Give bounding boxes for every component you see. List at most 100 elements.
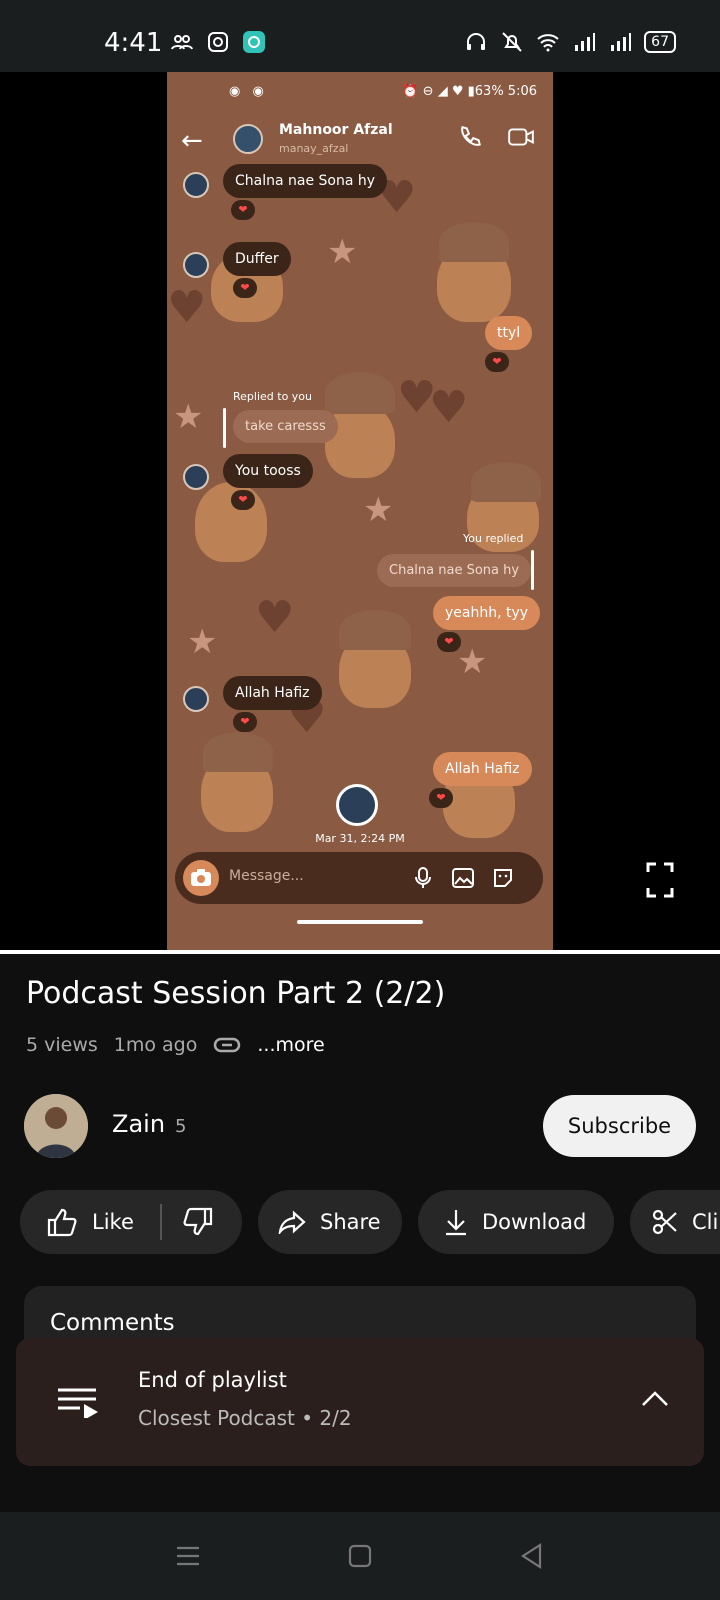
heart-reaction-icon: ❤ [485,352,509,372]
video-title[interactable]: Podcast Session Part 2 (2/2) [26,976,445,1011]
heart-decoration-icon: ♥ [429,382,469,433]
video-call-icon [508,128,534,146]
channel-name-row[interactable]: Zain 5 [112,1110,186,1138]
reply-indicator-bar [531,550,534,590]
channel-avatar[interactable] [24,1094,88,1158]
subscriber-count: 5 [175,1116,187,1137]
quoted-message: take caresss [233,410,338,443]
quoted-message: Chalna nae Sona hy [377,554,532,587]
download-button[interactable]: Download [418,1190,614,1254]
instagram-icon [208,32,228,52]
message-bubble-outgoing: ttyl [485,316,533,350]
replied-to-you-label: Replied to you [233,390,313,403]
contact-username: manay_afzal [279,142,349,155]
share-icon [278,1210,306,1234]
group-icon [171,35,193,50]
playlist-name: Closest Podcast • 2/2 [138,1406,352,1430]
fullscreen-icon[interactable] [646,862,674,898]
link-icon [214,1037,241,1053]
share-label: Share [320,1210,381,1234]
message-bubble-outgoing: yeahhh, tyy [433,596,541,630]
boba-decoration [471,462,541,502]
dislike-button[interactable] [182,1207,228,1242]
message-timestamp: Mar 31, 2:24 PM [315,832,405,845]
video-progress-bar[interactable] [0,950,720,954]
view-count: 5 views [26,1034,98,1056]
sender-avatar [183,172,209,198]
like-label: Like [92,1210,134,1234]
system-status-bar: 4:41 67 [0,0,720,72]
channel-name: Zain [112,1110,166,1138]
like-button[interactable]: Like [20,1207,134,1237]
heart-decoration-icon: ♥ [255,592,295,643]
phone-status-right: ⏰ ⊖ ◢ ♥ ▮63% 5:06 [402,84,537,99]
phone-status-left: ◉ ◉ [229,84,268,99]
boba-decoration [439,222,509,262]
message-composer: Message... [175,852,543,904]
battery-icon: 67 [644,31,676,53]
sticker-icon [494,869,512,887]
message-bubble-outgoing: Allah Hafiz [433,752,532,786]
heart-reaction-icon: ❤ [231,490,255,510]
phone-call-icon [461,126,481,146]
upload-age: 1mo ago [113,1034,198,1056]
message-bubble-incoming: Allah Hafiz [223,676,322,710]
playlist-bar[interactable]: End of playlist Closest Podcast • 2/2 [16,1338,704,1466]
message-bubble-incoming: Chalna nae Sona hy [223,164,388,198]
signal-2-icon [611,33,632,51]
sender-avatar [183,686,209,712]
wifi-icon [537,34,559,52]
app-notification-icon [243,31,265,53]
heart-reaction-icon: ❤ [231,200,255,220]
boba-decoration [339,610,411,650]
reply-indicator-bar [223,408,226,448]
signal-icon [575,33,596,51]
heart-decoration-icon: ♥ [167,282,207,333]
more-link[interactable]: ...more [257,1034,324,1056]
star-decoration-icon: ★ [187,622,218,662]
status-time: 4:41 [104,28,163,58]
chip-divider [160,1204,162,1240]
back-icon[interactable] [518,1542,546,1570]
microphone-icon [415,867,431,888]
subscribe-button[interactable]: Subscribe [543,1095,696,1157]
back-arrow-icon: ← [181,126,203,156]
home-icon[interactable] [346,1542,374,1570]
gallery-icon [452,868,474,888]
chat-header: ← Mahnoor Afzal manay_afzal [167,112,553,172]
clip-button[interactable]: Cli [630,1190,720,1254]
comments-header: Comments [50,1310,175,1336]
status-notification-icons [170,30,266,54]
share-button[interactable]: Share [258,1190,402,1254]
playlist-status: End of playlist [138,1368,287,1392]
message-input-placeholder: Message... [229,868,304,884]
boba-decoration [325,372,395,414]
download-label: Download [482,1210,587,1234]
clip-label: Cli [692,1210,719,1234]
phone-home-indicator [297,920,423,924]
headphones-icon [467,33,486,50]
scissors-icon [652,1209,677,1235]
heart-reaction-icon: ❤ [429,788,453,808]
download-icon [446,1210,466,1236]
like-dislike-chip: Like [20,1190,242,1254]
star-decoration-icon: ★ [327,232,358,272]
sender-avatar [183,464,209,490]
heart-reaction-icon: ❤ [233,278,257,298]
heart-reaction-icon: ❤ [233,712,257,732]
system-navigation-bar [0,1512,720,1600]
chevron-up-icon[interactable] [640,1388,670,1408]
status-system-icons: 67 [464,30,676,54]
message-bubble-incoming: You tooss [223,454,313,488]
video-metadata[interactable]: 5 views 1mo ago ...more [26,1034,325,1056]
thumbs-up-icon [47,1208,77,1237]
sender-avatar [183,252,209,278]
heart-reaction-icon: ❤ [437,632,461,652]
menu-icon[interactable] [174,1542,202,1570]
video-player[interactable]: ◉ ◉ ⏰ ⊖ ◢ ♥ ▮63% 5:06 ♥ ♥ ♥ ♥ ♥ ♥ ★ ★ ★ … [0,72,720,952]
mute-icon [502,32,522,52]
contact-avatar [233,124,263,154]
seen-avatar [336,784,378,826]
video-frame-chat-screenshot: ◉ ◉ ⏰ ⊖ ◢ ♥ ▮63% 5:06 ♥ ♥ ♥ ♥ ♥ ♥ ★ ★ ★ … [167,72,553,952]
message-bubble-incoming: Duffer [223,242,291,276]
